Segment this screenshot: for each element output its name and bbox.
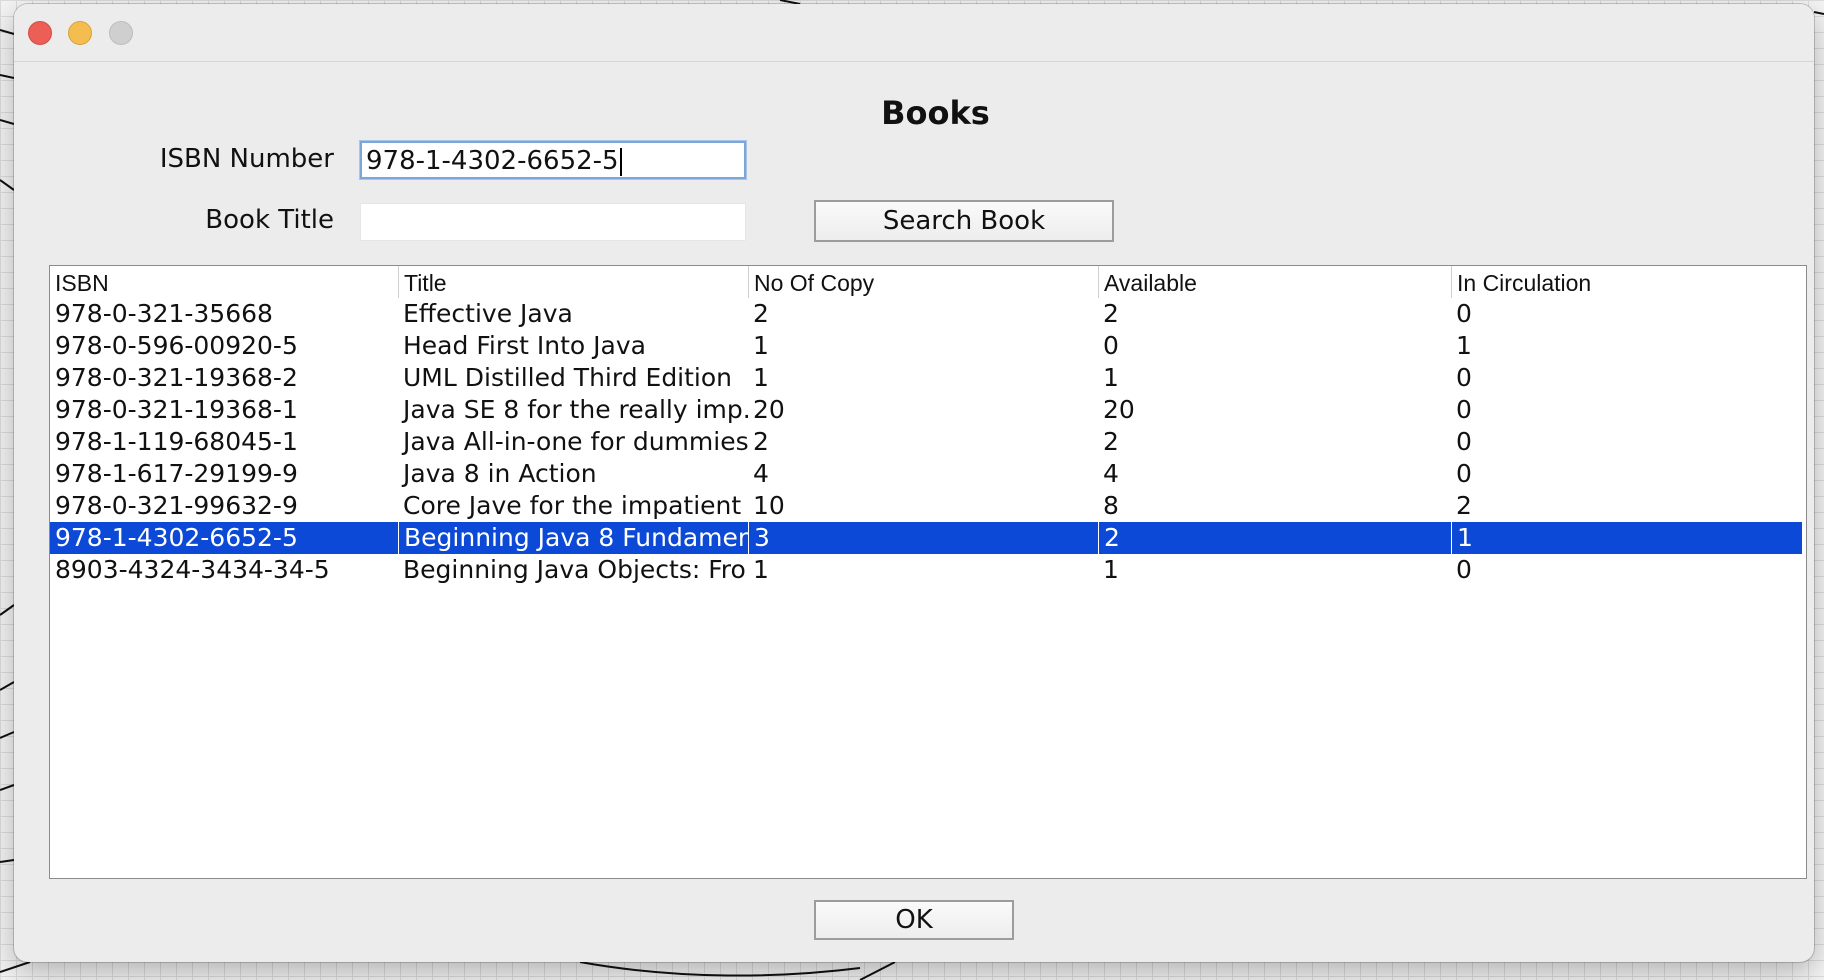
- cell-no-of-copy: 10: [753, 491, 785, 520]
- close-window-button[interactable]: [28, 21, 52, 45]
- cell-available: 2: [1103, 299, 1119, 328]
- column-header-no-of-copy[interactable]: No Of Copy: [748, 266, 1098, 298]
- table-row[interactable]: 8903-4324-3434-34-5 Beginning Java Objec…: [50, 554, 1802, 586]
- cell-available: 0: [1103, 331, 1119, 360]
- cell-in-circulation: 0: [1456, 459, 1472, 488]
- cell-isbn: 978-0-321-19368-1: [55, 395, 298, 424]
- table-row[interactable]: 978-0-321-99632-9 Core Jave for the impa…: [50, 490, 1802, 522]
- book-title-label: Book Title: [205, 205, 334, 235]
- cell-no-of-copy: 3: [748, 522, 1098, 554]
- cell-title: Head First Into Java: [403, 331, 646, 360]
- cell-in-circulation: 0: [1456, 395, 1472, 424]
- dialog-title: Books: [881, 94, 990, 132]
- cell-available: 1: [1103, 363, 1119, 392]
- books-dialog-window: Books ISBN Number 978-1-4302-6652-5 Book…: [14, 4, 1814, 962]
- isbn-number-input[interactable]: 978-1-4302-6652-5: [360, 141, 746, 179]
- column-header-title[interactable]: Title: [398, 266, 748, 298]
- book-title-input[interactable]: [360, 203, 746, 241]
- cell-title: Java SE 8 for the really imp...: [403, 395, 748, 424]
- window-titlebar[interactable]: [14, 4, 1814, 62]
- cell-no-of-copy: 20: [753, 395, 785, 424]
- cell-isbn: 978-0-596-00920-5: [55, 331, 298, 360]
- cell-isbn: 978-1-4302-6652-5: [55, 523, 298, 552]
- column-header-available[interactable]: Available: [1098, 266, 1451, 298]
- table-row[interactable]: 978-0-321-19368-1 Java SE 8 for the real…: [50, 394, 1802, 426]
- cell-no-of-copy: 1: [753, 331, 769, 360]
- cell-isbn: 8903-4324-3434-34-5: [55, 555, 330, 584]
- cell-available: 20: [1103, 395, 1135, 424]
- cell-isbn: 978-0-321-35668: [55, 299, 273, 328]
- cell-in-circulation: 0: [1456, 427, 1472, 456]
- cell-available: 2: [1098, 522, 1451, 554]
- cell-title: UML Distilled Third Edition: [403, 363, 733, 392]
- cell-title: Beginning Java 8 Fundamen...: [398, 522, 748, 554]
- cell-available: 8: [1103, 491, 1119, 520]
- minimize-window-button[interactable]: [68, 21, 92, 45]
- cell-available: 1: [1103, 555, 1119, 584]
- cell-isbn: 978-0-321-99632-9: [55, 491, 298, 520]
- zoom-window-button[interactable]: [109, 21, 133, 45]
- table-row[interactable]: 978-0-321-19368-2 UML Distilled Third Ed…: [50, 362, 1802, 394]
- isbn-number-label: ISBN Number: [159, 144, 334, 174]
- table-row[interactable]: 978-0-596-00920-5 Head First Into Java 1…: [50, 330, 1802, 362]
- cell-title: Core Jave for the impatient: [403, 491, 742, 520]
- cell-in-circulation: 0: [1456, 555, 1472, 584]
- cell-no-of-copy: 4: [753, 459, 769, 488]
- cell-in-circulation: 0: [1456, 299, 1472, 328]
- cell-available: 4: [1103, 459, 1119, 488]
- cell-available: 2: [1103, 427, 1119, 456]
- cell-in-circulation: 0: [1456, 363, 1472, 392]
- books-table[interactable]: ISBN Title No Of Copy Available In Circu…: [49, 265, 1807, 879]
- column-header-isbn[interactable]: ISBN: [50, 266, 398, 298]
- ok-button[interactable]: OK: [814, 900, 1014, 940]
- cell-title: Beginning Java Objects: Fro...: [403, 555, 748, 584]
- cell-in-circulation: 1: [1451, 522, 1802, 554]
- cell-no-of-copy: 1: [753, 555, 769, 584]
- cell-title: Effective Java: [403, 299, 573, 328]
- column-header-in-circulation[interactable]: In Circulation: [1451, 266, 1802, 298]
- cell-in-circulation: 2: [1456, 491, 1472, 520]
- table-row[interactable]: 978-0-321-35668 Effective Java 2 2 0: [50, 298, 1802, 330]
- cell-title: Java 8 in Action: [403, 459, 597, 488]
- cell-no-of-copy: 2: [753, 299, 769, 328]
- cell-title: Java All-in-one for dummies: [403, 427, 748, 456]
- table-row[interactable]: 978-1-119-68045-1 Java All-in-one for du…: [50, 426, 1802, 458]
- cell-isbn: 978-0-321-19368-2: [55, 363, 298, 392]
- table-header: ISBN Title No Of Copy Available In Circu…: [50, 266, 1806, 298]
- search-book-button[interactable]: Search Book: [814, 200, 1114, 242]
- text-caret: [619, 147, 622, 176]
- cell-isbn: 978-1-617-29199-9: [55, 459, 298, 488]
- cell-in-circulation: 1: [1456, 331, 1472, 360]
- isbn-number-value: 978-1-4302-6652-5: [366, 146, 619, 176]
- table-row[interactable]: 978-1-617-29199-9 Java 8 in Action 4 4 0: [50, 458, 1802, 490]
- cell-no-of-copy: 1: [753, 363, 769, 392]
- cell-isbn: 978-1-119-68045-1: [55, 427, 298, 456]
- cell-no-of-copy: 2: [753, 427, 769, 456]
- table-row-selected[interactable]: 978-1-4302-6652-5 Beginning Java 8 Funda…: [50, 522, 1802, 554]
